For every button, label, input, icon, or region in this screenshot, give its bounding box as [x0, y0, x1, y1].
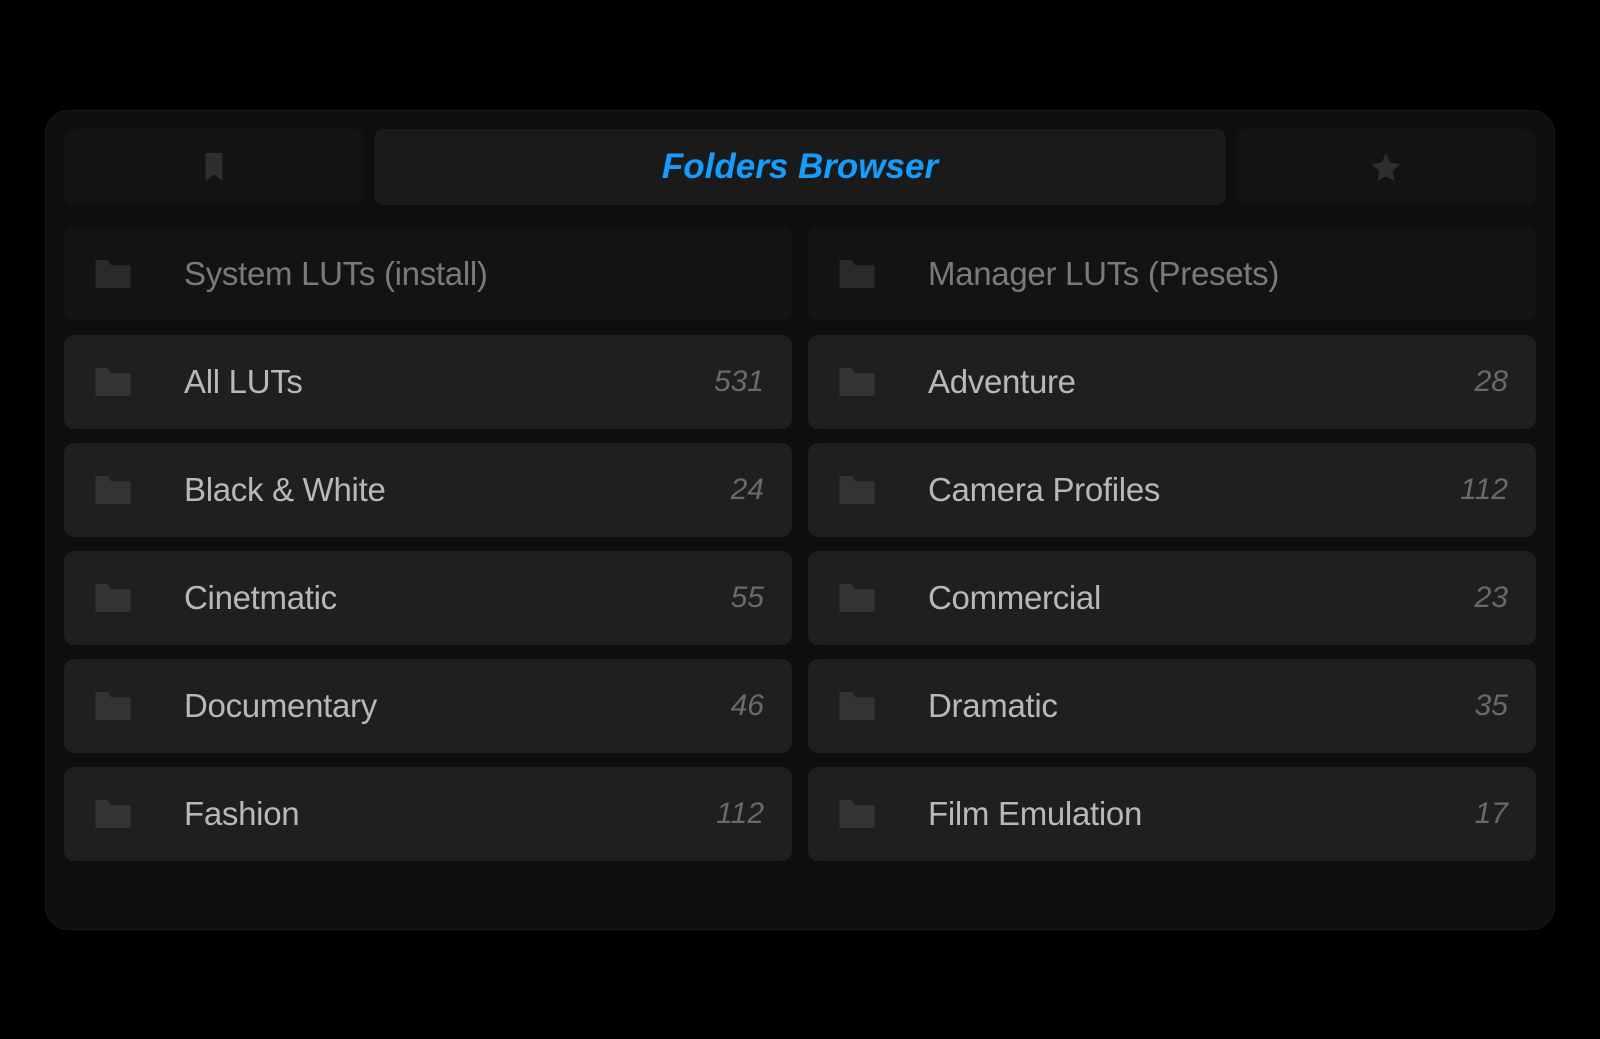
folder-dramatic[interactable]: Dramatic 35: [808, 659, 1536, 753]
folder-count: 28: [1475, 365, 1508, 399]
folder-documentary[interactable]: Documentary 46: [64, 659, 792, 753]
folder-icon: [92, 580, 134, 616]
folder-count: 24: [731, 473, 764, 507]
folder-film-emulation[interactable]: Film Emulation 17: [808, 767, 1536, 861]
folders-browser-window: Folders Browser System LUTs (install) Ma…: [45, 110, 1555, 930]
folder-label: Documentary: [184, 687, 731, 725]
folder-manager-luts-header[interactable]: Manager LUTs (Presets): [808, 227, 1536, 321]
folder-black-white[interactable]: Black & White 24: [64, 443, 792, 537]
folder-header-label: System LUTs (install): [184, 255, 764, 293]
folder-camera-profiles[interactable]: Camera Profiles 112: [808, 443, 1536, 537]
tab-bookmarks[interactable]: [64, 129, 364, 205]
folder-count: 46: [731, 689, 764, 723]
folder-icon: [836, 472, 878, 508]
folder-label: Commercial: [928, 579, 1475, 617]
tab-folders-browser-label: Folders Browser: [662, 147, 938, 187]
folder-count: 112: [1460, 473, 1508, 507]
folder-fashion[interactable]: Fashion 112: [64, 767, 792, 861]
folder-count: 112: [716, 797, 764, 831]
folder-commercial[interactable]: Commercial 23: [808, 551, 1536, 645]
folder-icon: [836, 256, 878, 292]
folder-icon: [836, 688, 878, 724]
tab-bar: Folders Browser: [64, 129, 1536, 205]
folder-icon: [92, 364, 134, 400]
folder-adventure[interactable]: Adventure 28: [808, 335, 1536, 429]
tab-favorites[interactable]: [1236, 129, 1536, 205]
folder-label: Film Emulation: [928, 795, 1475, 833]
folder-cinetmatic[interactable]: Cinetmatic 55: [64, 551, 792, 645]
folder-label: All LUTs: [184, 363, 714, 401]
folder-label: Fashion: [184, 795, 716, 833]
folder-label: Dramatic: [928, 687, 1475, 725]
folder-label: Black & White: [184, 471, 731, 509]
folder-icon: [92, 256, 134, 292]
star-icon: [1369, 150, 1403, 184]
folder-count: 17: [1475, 797, 1508, 831]
folder-label: Cinetmatic: [184, 579, 731, 617]
folders-grid: System LUTs (install) Manager LUTs (Pres…: [64, 227, 1536, 861]
folder-count: 531: [714, 365, 764, 399]
folder-count: 23: [1475, 581, 1508, 615]
folder-icon: [92, 796, 134, 832]
folder-label: Adventure: [928, 363, 1475, 401]
folder-count: 55: [731, 581, 764, 615]
bottom-spacer: [64, 861, 1536, 911]
tab-folders-browser[interactable]: Folders Browser: [374, 129, 1226, 205]
folder-system-luts-header[interactable]: System LUTs (install): [64, 227, 792, 321]
folder-header-label: Manager LUTs (Presets): [928, 255, 1508, 293]
folder-icon: [92, 688, 134, 724]
folder-count: 35: [1475, 689, 1508, 723]
folder-all-luts[interactable]: All LUTs 531: [64, 335, 792, 429]
folder-label: Camera Profiles: [928, 471, 1460, 509]
bookmark-icon: [197, 150, 231, 184]
folder-icon: [836, 796, 878, 832]
folder-icon: [836, 580, 878, 616]
folder-icon: [92, 472, 134, 508]
folder-icon: [836, 364, 878, 400]
